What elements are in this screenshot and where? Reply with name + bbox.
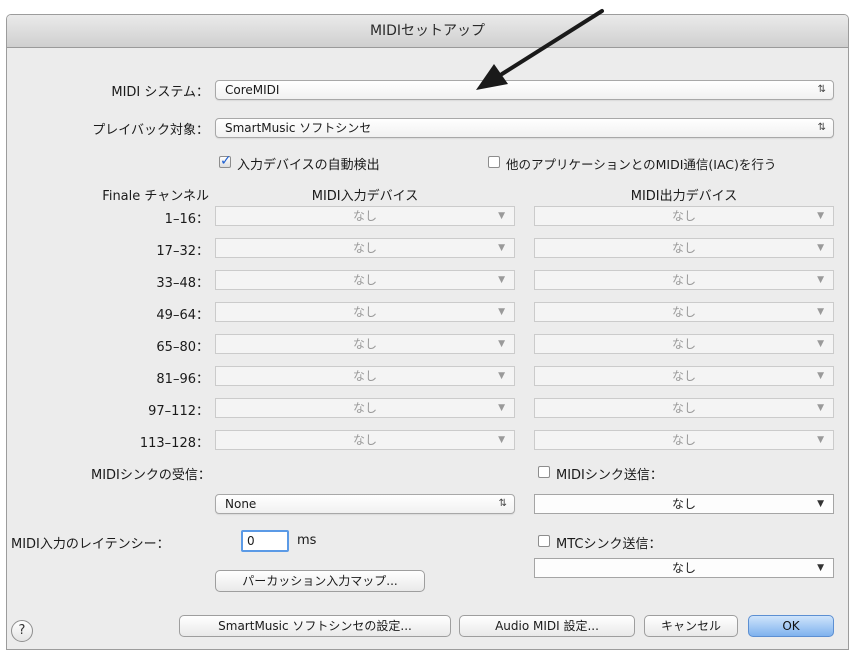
channel-range-label: 81–96： [156,372,209,387]
percussion-map-button[interactable]: パーカッション入力マップ... [215,570,425,592]
dropdown-value: なし [671,369,696,383]
triangle-down-icon: ▼ [498,307,505,317]
channel-range-label: 65–80： [156,340,209,355]
midi-input-dropdown[interactable]: なし ▼ [215,398,515,418]
midi-input-header: MIDI入力デバイス [311,189,419,204]
midi-input-dropdown[interactable]: なし ▼ [215,366,515,386]
updown-arrows-icon: ⇅ [817,122,826,133]
triangle-down-icon: ▼ [817,211,824,221]
triangle-down-icon: ▼ [498,371,505,381]
midi-output-header: MIDI出力デバイス [630,189,738,204]
midi-input-dropdown[interactable]: なし ▼ [215,430,515,450]
ok-button[interactable]: OK [748,615,834,637]
triangle-down-icon: ▼ [817,371,824,381]
midi-setup-dialog: MIDIセットアップ MIDI システム： CoreMIDI ⇅ プレイバック対… [6,14,849,650]
auto-detect-checkbox[interactable] [219,153,232,169]
mtc-send-dropdown[interactable]: なし ▼ [534,558,834,578]
cancel-button[interactable]: キャンセル [644,615,738,637]
playback-target-label: プレイバック対象： [92,123,209,138]
triangle-down-icon: ▼ [817,563,824,573]
triangle-down-icon: ▼ [498,275,505,285]
playback-target-value: SmartMusic ソフトシンセ [225,121,372,135]
sync-receive-label: MIDIシンクの受信： [91,468,211,483]
channel-range-label: 97–112： [148,404,209,419]
dropdown-value: なし [352,305,377,319]
playback-target-popup[interactable]: SmartMusic ソフトシンセ ⇅ [215,118,834,138]
midi-output-dropdown[interactable]: なし ▼ [534,270,834,290]
midi-system-value: CoreMIDI [225,83,280,97]
dialog-title: MIDIセットアップ [7,15,848,48]
midi-output-dropdown[interactable]: なし ▼ [534,430,834,450]
auto-detect-label: 入力デバイスの自動検出 [237,158,380,173]
dropdown-value: なし [671,305,696,319]
dropdown-value: なし [352,209,377,223]
dropdown-value: なし [671,497,696,511]
dropdown-value: なし [352,273,377,287]
sync-receive-popup[interactable]: None ⇅ [215,494,515,514]
triangle-down-icon: ▼ [498,243,505,253]
midi-input-dropdown[interactable]: なし ▼ [215,238,515,258]
sync-receive-value: None [225,497,257,511]
latency-label: MIDI入力のレイテンシー： [11,537,170,552]
triangle-down-icon: ▼ [498,435,505,445]
channel-range-label: 49–64： [156,308,209,323]
dropdown-value: なし [671,401,696,415]
midi-output-dropdown[interactable]: なし ▼ [534,206,834,226]
triangle-down-icon: ▼ [498,211,505,221]
dropdown-value: なし [671,561,696,575]
latency-input[interactable]: 0 [241,530,289,552]
midi-output-dropdown[interactable]: なし ▼ [534,334,834,354]
finale-channel-header: Finale チャンネル [102,189,209,204]
sync-send-label: MIDIシンク送信： [556,468,663,483]
midi-input-dropdown[interactable]: なし ▼ [215,302,515,322]
dropdown-value: なし [671,337,696,351]
dropdown-value: なし [671,273,696,287]
channel-range-label: 33–48： [156,276,209,291]
midi-input-dropdown[interactable]: なし ▼ [215,206,515,226]
midi-input-dropdown[interactable]: なし ▼ [215,270,515,290]
midi-input-dropdown[interactable]: なし ▼ [215,334,515,354]
updown-arrows-icon: ⇅ [817,84,826,95]
channel-range-label: 113–128： [139,436,209,451]
dropdown-value: なし [671,209,696,223]
dropdown-value: なし [352,369,377,383]
dropdown-value: なし [352,241,377,255]
midi-output-dropdown[interactable]: なし ▼ [534,238,834,258]
channel-range-label: 17–32： [156,244,209,259]
midi-system-label: MIDI システム： [111,85,209,100]
audio-midi-settings-button[interactable]: Audio MIDI 設定... [459,615,635,637]
triangle-down-icon: ▼ [498,339,505,349]
dropdown-value: なし [671,433,696,447]
triangle-down-icon: ▼ [817,435,824,445]
midi-system-popup[interactable]: CoreMIDI ⇅ [215,80,834,100]
smartmusic-settings-button[interactable]: SmartMusic ソフトシンセの設定... [179,615,451,637]
mtc-send-label: MTCシンク送信： [556,537,662,552]
help-button[interactable]: ? [11,620,33,642]
channel-range-label: 1–16： [164,212,209,227]
dropdown-value: なし [352,337,377,351]
triangle-down-icon: ▼ [817,339,824,349]
sync-send-checkbox[interactable] [538,466,550,478]
triangle-down-icon: ▼ [817,307,824,317]
triangle-down-icon: ▼ [817,499,824,509]
dropdown-value: なし [352,401,377,415]
iac-label: 他のアプリケーションとのMIDI通信(IAC)を行う [506,157,777,172]
sync-send-dropdown[interactable]: なし ▼ [534,494,834,514]
iac-checkbox[interactable] [488,156,500,168]
midi-output-dropdown[interactable]: なし ▼ [534,366,834,386]
mtc-send-checkbox[interactable] [538,535,550,547]
dropdown-value: なし [671,241,696,255]
dropdown-value: なし [352,433,377,447]
triangle-down-icon: ▼ [817,243,824,253]
midi-output-dropdown[interactable]: なし ▼ [534,398,834,418]
latency-unit: ms [297,533,317,548]
updown-arrows-icon: ⇅ [498,498,507,509]
midi-output-dropdown[interactable]: なし ▼ [534,302,834,322]
triangle-down-icon: ▼ [498,403,505,413]
triangle-down-icon: ▼ [817,403,824,413]
triangle-down-icon: ▼ [817,275,824,285]
